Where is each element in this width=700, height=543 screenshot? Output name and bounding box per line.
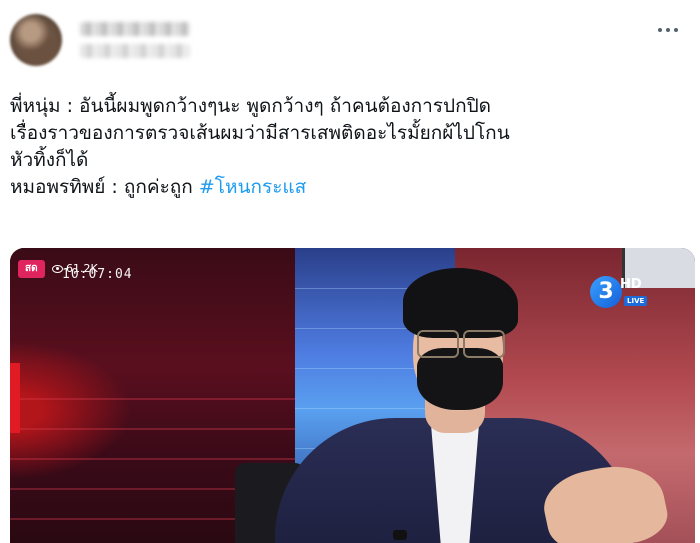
- more-horizontal-icon[interactable]: [658, 26, 678, 34]
- tweet-text: พี่หนุ่ม : อันนี้ผมพูดกว้างๆนะ พูดกว้างๆ…: [10, 93, 694, 201]
- avatar[interactable]: [10, 14, 62, 66]
- tweet-line: พี่หนุ่ม : อันนี้ผมพูดกว้างๆนะ พูดกว้างๆ…: [10, 95, 491, 117]
- channel-number: 3: [590, 276, 622, 308]
- hair: [403, 268, 518, 338]
- username-blurred[interactable]: [80, 44, 190, 58]
- display-name-blurred[interactable]: [80, 22, 190, 36]
- broadcast-clock: 10:07:04: [62, 267, 133, 282]
- channel-hd: HD: [620, 277, 642, 292]
- tweet-line-text: หมอพรทิพย์ : ถูกค่ะถูก: [10, 176, 193, 198]
- channel3-logo: 3 HD LIVE: [590, 276, 660, 310]
- video-media[interactable]: สด 61.2K 10:07:04 3 HD LIVE: [10, 248, 695, 543]
- lapel-mic: [393, 530, 407, 540]
- live-badge: สด: [18, 260, 45, 278]
- hashtag-link[interactable]: #โหนกระแส: [199, 176, 306, 198]
- tweet-header: [0, 0, 700, 80]
- channel-live: LIVE: [624, 296, 648, 306]
- glasses: [415, 330, 505, 358]
- tweet-line-last: หมอพรทิพย์ : ถูกค่ะถูก #โหนกระแส: [10, 174, 694, 201]
- tweet-line: หัวทิ้งก็ได้: [10, 149, 89, 171]
- tweet-line: เรื่องราวของการตรวจเส้นผมว่ามีสารเสพติดอ…: [10, 122, 510, 144]
- studio-light: [10, 363, 20, 433]
